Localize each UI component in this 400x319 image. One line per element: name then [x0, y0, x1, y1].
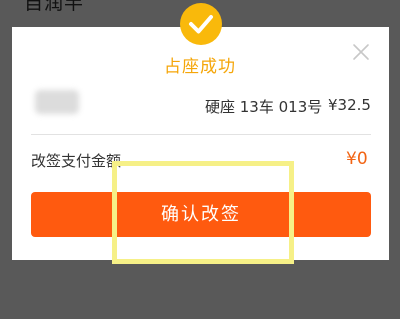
- confirm-change-button[interactable]: 确认改签: [31, 192, 371, 237]
- dialog-title: 占座成功: [164, 57, 236, 77]
- pay-amount-value: ¥0: [346, 149, 368, 169]
- check-circle-icon: [180, 3, 222, 45]
- pay-amount-label: 改签支付金额: [31, 152, 122, 170]
- passenger-name-redacted: [35, 90, 79, 114]
- divider: [31, 134, 371, 135]
- background-page-text: 自润半: [24, 0, 85, 14]
- seat-info: 硬座 13车 013号: [205, 98, 323, 116]
- ticket-price: ¥32.5: [328, 96, 371, 114]
